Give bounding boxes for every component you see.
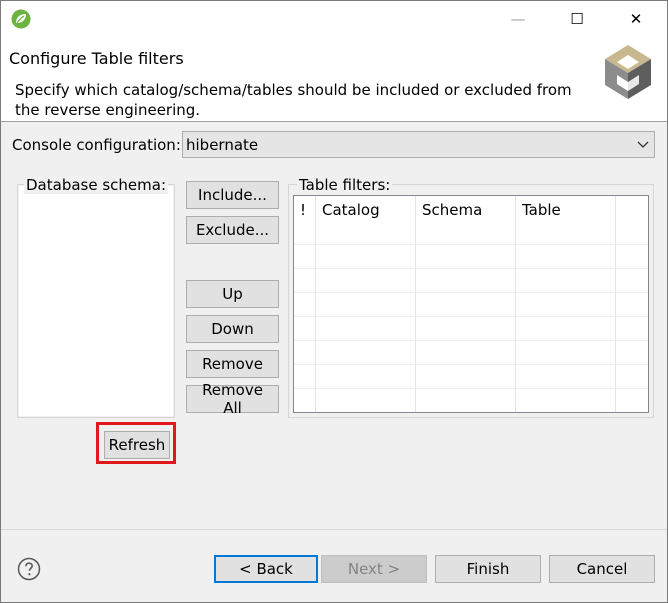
table-filters-label: Table filters: [297,176,393,194]
table-row [294,340,648,341]
table-filters-group: Table filters: ! Catalog Schema Table [288,176,654,418]
console-configuration-value: hibernate [186,136,259,154]
table-row [294,292,648,293]
minimize-icon: — [510,10,526,28]
column-table: Table [516,196,616,412]
table-row [294,364,648,365]
down-button[interactable]: Down [186,315,279,343]
title-bar: — ☐ ✕ [1,1,667,37]
minimize-button[interactable]: — [495,1,541,37]
remove-all-button[interactable]: Remove All [186,381,279,417]
spring-leaf-icon [11,9,31,29]
maximize-button[interactable]: ☐ [554,1,600,37]
database-schema-group: Database schema: [17,176,175,418]
cancel-button[interactable]: Cancel [549,555,655,583]
table-row [294,388,648,389]
column-header[interactable]: Catalog [322,201,380,219]
column-header[interactable]: ! [300,201,306,219]
finish-button[interactable]: Finish [435,555,541,583]
database-schema-tree[interactable] [19,186,173,416]
page-description: Specify which catalog/schema/tables shou… [15,81,572,119]
page-title: Configure Table filters [9,49,184,68]
column-header[interactable]: Table [522,201,561,219]
wizard-header: Configure Table filters Specify which ca… [1,37,667,121]
close-icon: ✕ [629,10,643,28]
footer-separator [1,529,667,530]
table-row [294,244,648,245]
hibernate-logo-icon [605,45,651,99]
maximize-icon: ☐ [570,10,584,28]
close-button[interactable]: ✕ [613,1,659,37]
exclude-button[interactable]: Exclude... [186,216,279,244]
include-button[interactable]: Include... [186,181,279,209]
column-catalog: Catalog [316,196,416,412]
database-schema-label: Database schema: [24,176,168,194]
table-filters-table[interactable]: ! Catalog Schema Table [293,195,649,413]
remove-button[interactable]: Remove [186,350,279,378]
column-schema: Schema [416,196,516,412]
console-configuration-label: Console configuration: [12,136,181,154]
next-button[interactable]: Next > [321,555,427,583]
console-configuration-select[interactable]: hibernate [182,131,655,158]
refresh-button[interactable]: Refresh [104,431,170,459]
up-button[interactable]: Up [186,280,279,308]
header-separator [1,121,667,122]
back-button[interactable]: < Back [214,555,318,583]
column-exclude: ! [294,196,316,412]
chevron-down-icon [637,141,649,148]
help-icon[interactable] [17,557,41,581]
table-row [294,268,648,269]
column-header[interactable]: Schema [422,201,482,219]
table-row [294,316,648,317]
wizard-window: — ☐ ✕ Configure Table filters Specify wh… [0,0,668,603]
